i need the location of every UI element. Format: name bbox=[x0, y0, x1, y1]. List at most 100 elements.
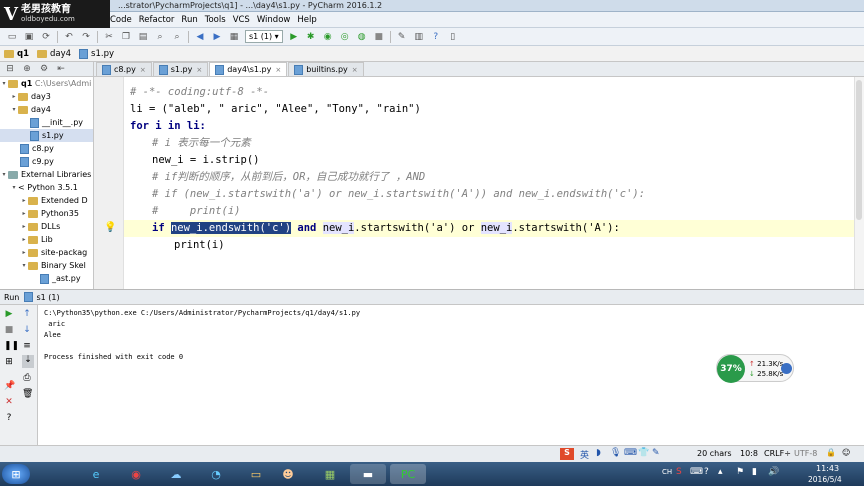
ime-keyboard-icon[interactable]: ⌨ bbox=[624, 448, 637, 458]
copy-icon[interactable]: ❐ bbox=[120, 31, 132, 43]
build-icon[interactable]: ▦ bbox=[228, 31, 240, 43]
undo-icon[interactable]: ↶ bbox=[63, 31, 75, 43]
help-tray-icon[interactable]: ? bbox=[704, 467, 709, 477]
lock-icon[interactable]: 🔒 bbox=[826, 448, 836, 457]
profile-icon[interactable]: ◎ bbox=[339, 31, 351, 43]
sogou-tray-icon[interactable]: S bbox=[676, 467, 682, 477]
tree-item[interactable]: s1.py bbox=[0, 129, 93, 142]
chrome-icon[interactable]: ◉ bbox=[118, 464, 154, 484]
tree-item[interactable]: ▾ Binary Skel bbox=[0, 259, 93, 272]
keyboard-tray-icon[interactable]: ⌨ bbox=[690, 467, 703, 477]
debug-icon[interactable]: ✱ bbox=[305, 31, 317, 43]
expand-arrow-icon[interactable]: ▸ bbox=[20, 236, 28, 243]
close-icon[interactable]: × bbox=[196, 66, 202, 74]
collapse-all-icon[interactable]: ⊟ bbox=[4, 63, 16, 75]
soft-wrap-icon[interactable]: ≡ bbox=[22, 341, 32, 351]
clock-date[interactable]: 2016/5/4 bbox=[808, 475, 842, 484]
file-encoding[interactable]: UTF-8 bbox=[794, 449, 817, 458]
qq-icon[interactable]: ◔ bbox=[198, 464, 234, 484]
menu-help[interactable]: Help bbox=[297, 15, 316, 25]
clock-time[interactable]: 11:43 bbox=[816, 464, 839, 473]
expand-arrow-icon[interactable]: ▸ bbox=[20, 197, 28, 204]
tree-root[interactable]: ▾ q1 C:\Users\Admi bbox=[0, 77, 93, 90]
image-app-icon[interactable]: ▦ bbox=[312, 464, 348, 484]
file-explorer-icon[interactable]: ▭ bbox=[238, 464, 274, 484]
network-speed-widget[interactable]: 37% ↑ 21.3K/s ↓ 25.8K/s bbox=[716, 354, 794, 383]
tree-item[interactable]: ▾ External Libraries bbox=[0, 168, 93, 181]
trash-icon[interactable]: 🗑 bbox=[22, 389, 33, 399]
close-icon[interactable]: ✕ bbox=[4, 397, 14, 407]
back-icon[interactable]: ◀ bbox=[194, 31, 206, 43]
ime-tools-icon[interactable]: ✎ bbox=[652, 448, 660, 458]
ime-punct-icon[interactable]: ◗ bbox=[596, 448, 601, 458]
intention-bulb-icon[interactable]: 💡 bbox=[104, 222, 116, 233]
breadcrumb-item[interactable]: s1.py bbox=[79, 48, 114, 59]
contacts-icon[interactable]: ☻ bbox=[270, 464, 306, 484]
structure-icon[interactable]: ▥ bbox=[413, 31, 425, 43]
gear-icon[interactable]: ⚙ bbox=[38, 63, 50, 75]
breadcrumb-item[interactable]: day4 bbox=[37, 49, 71, 59]
menu-code[interactable]: Code bbox=[110, 15, 132, 25]
run-config-label[interactable]: s1 (1) bbox=[36, 293, 59, 302]
expand-arrow-icon[interactable]: ▾ bbox=[20, 262, 28, 269]
scroll-up-icon[interactable]: ↑ bbox=[22, 309, 32, 319]
stop-icon[interactable]: ■ bbox=[373, 31, 385, 43]
tab-s1[interactable]: s1.py × bbox=[152, 62, 209, 76]
inspector-icon[interactable]: ☺ bbox=[842, 448, 850, 457]
close-icon[interactable]: × bbox=[140, 66, 146, 74]
sync-icon[interactable]: ⟳ bbox=[40, 31, 52, 43]
start-button[interactable]: ⊞ bbox=[2, 464, 30, 484]
expand-arrow-icon[interactable]: ▸ bbox=[20, 210, 28, 217]
scroll-to-end-icon[interactable]: ⇣ bbox=[22, 355, 34, 368]
find-icon[interactable]: ⌕ bbox=[154, 31, 166, 43]
network-icon[interactable]: ▮ bbox=[752, 467, 757, 477]
cut-icon[interactable]: ✂ bbox=[103, 31, 115, 43]
dump-threads-icon[interactable]: ⊞ bbox=[4, 357, 14, 367]
scroll-down-icon[interactable]: ↓ bbox=[22, 325, 32, 335]
open-folder-icon[interactable]: ▭ bbox=[6, 31, 18, 43]
code-editor[interactable]: # -*- coding:utf-8 -*- li = ("aleb", " a… bbox=[124, 77, 854, 289]
expand-arrow-icon[interactable]: ▾ bbox=[10, 184, 18, 191]
help-icon[interactable]: ? bbox=[4, 413, 14, 423]
scroll-from-source-icon[interactable]: ⊕ bbox=[21, 63, 33, 75]
paste-icon[interactable]: ▤ bbox=[137, 31, 149, 43]
tree-item[interactable]: ▸ DLLs bbox=[0, 220, 93, 233]
ie-icon[interactable]: e bbox=[78, 464, 114, 484]
tree-item[interactable]: c8.py bbox=[0, 142, 93, 155]
tree-item[interactable]: ▸ Extended D bbox=[0, 194, 93, 207]
expand-arrow-icon[interactable]: ▸ bbox=[20, 249, 28, 256]
expand-arrow-icon[interactable]: ▸ bbox=[20, 223, 28, 230]
tab-day4-s1[interactable]: day4\s1.py × bbox=[209, 62, 288, 76]
expand-arrow-icon[interactable]: ▾ bbox=[10, 106, 18, 113]
expand-arrow-icon[interactable]: ▾ bbox=[0, 80, 8, 87]
rerun-icon[interactable]: ▶ bbox=[4, 309, 14, 319]
pause-icon[interactable]: ❚❚ bbox=[4, 341, 19, 351]
tree-item[interactable]: ▸ day3 bbox=[0, 90, 93, 103]
edit-icon[interactable]: ▯ bbox=[447, 31, 459, 43]
cloud-app-icon[interactable]: ☁ bbox=[158, 464, 194, 484]
tab-c8[interactable]: c8.py × bbox=[96, 62, 152, 76]
expand-arrow-icon[interactable]: ▸ bbox=[10, 93, 18, 100]
stop-icon[interactable]: ■ bbox=[4, 325, 14, 335]
breadcrumb-item[interactable]: q1 bbox=[4, 49, 29, 59]
editor-scrollbar-thumb[interactable] bbox=[856, 80, 862, 220]
hide-panel-icon[interactable]: ⇤ bbox=[55, 63, 67, 75]
redo-icon[interactable]: ↷ bbox=[80, 31, 92, 43]
menu-run[interactable]: Run bbox=[181, 15, 197, 25]
pin-icon[interactable]: 📌 bbox=[4, 381, 15, 391]
accelerate-icon[interactable] bbox=[781, 363, 792, 374]
ime-mode[interactable]: 英 bbox=[580, 448, 589, 461]
menu-tools[interactable]: Tools bbox=[205, 15, 226, 25]
caret-position[interactable]: 10:8 bbox=[740, 449, 758, 458]
flag-icon[interactable]: ⚑ bbox=[736, 467, 744, 477]
sogou-ime-icon[interactable]: S bbox=[560, 448, 574, 460]
replace-icon[interactable]: ⌕ bbox=[171, 31, 183, 43]
tree-item[interactable]: ▾ < Python 3.5.1 bbox=[0, 181, 93, 194]
run-icon[interactable]: ▶ bbox=[288, 31, 300, 43]
menu-window[interactable]: Window bbox=[257, 15, 291, 25]
line-separator[interactable]: CRLF÷ bbox=[764, 449, 791, 458]
expand-arrow-icon[interactable]: ▾ bbox=[0, 171, 8, 178]
close-icon[interactable]: × bbox=[275, 66, 281, 74]
cmd-icon[interactable]: ▬ bbox=[350, 464, 386, 484]
ime-voice-icon[interactable]: 🎙 bbox=[610, 448, 621, 458]
